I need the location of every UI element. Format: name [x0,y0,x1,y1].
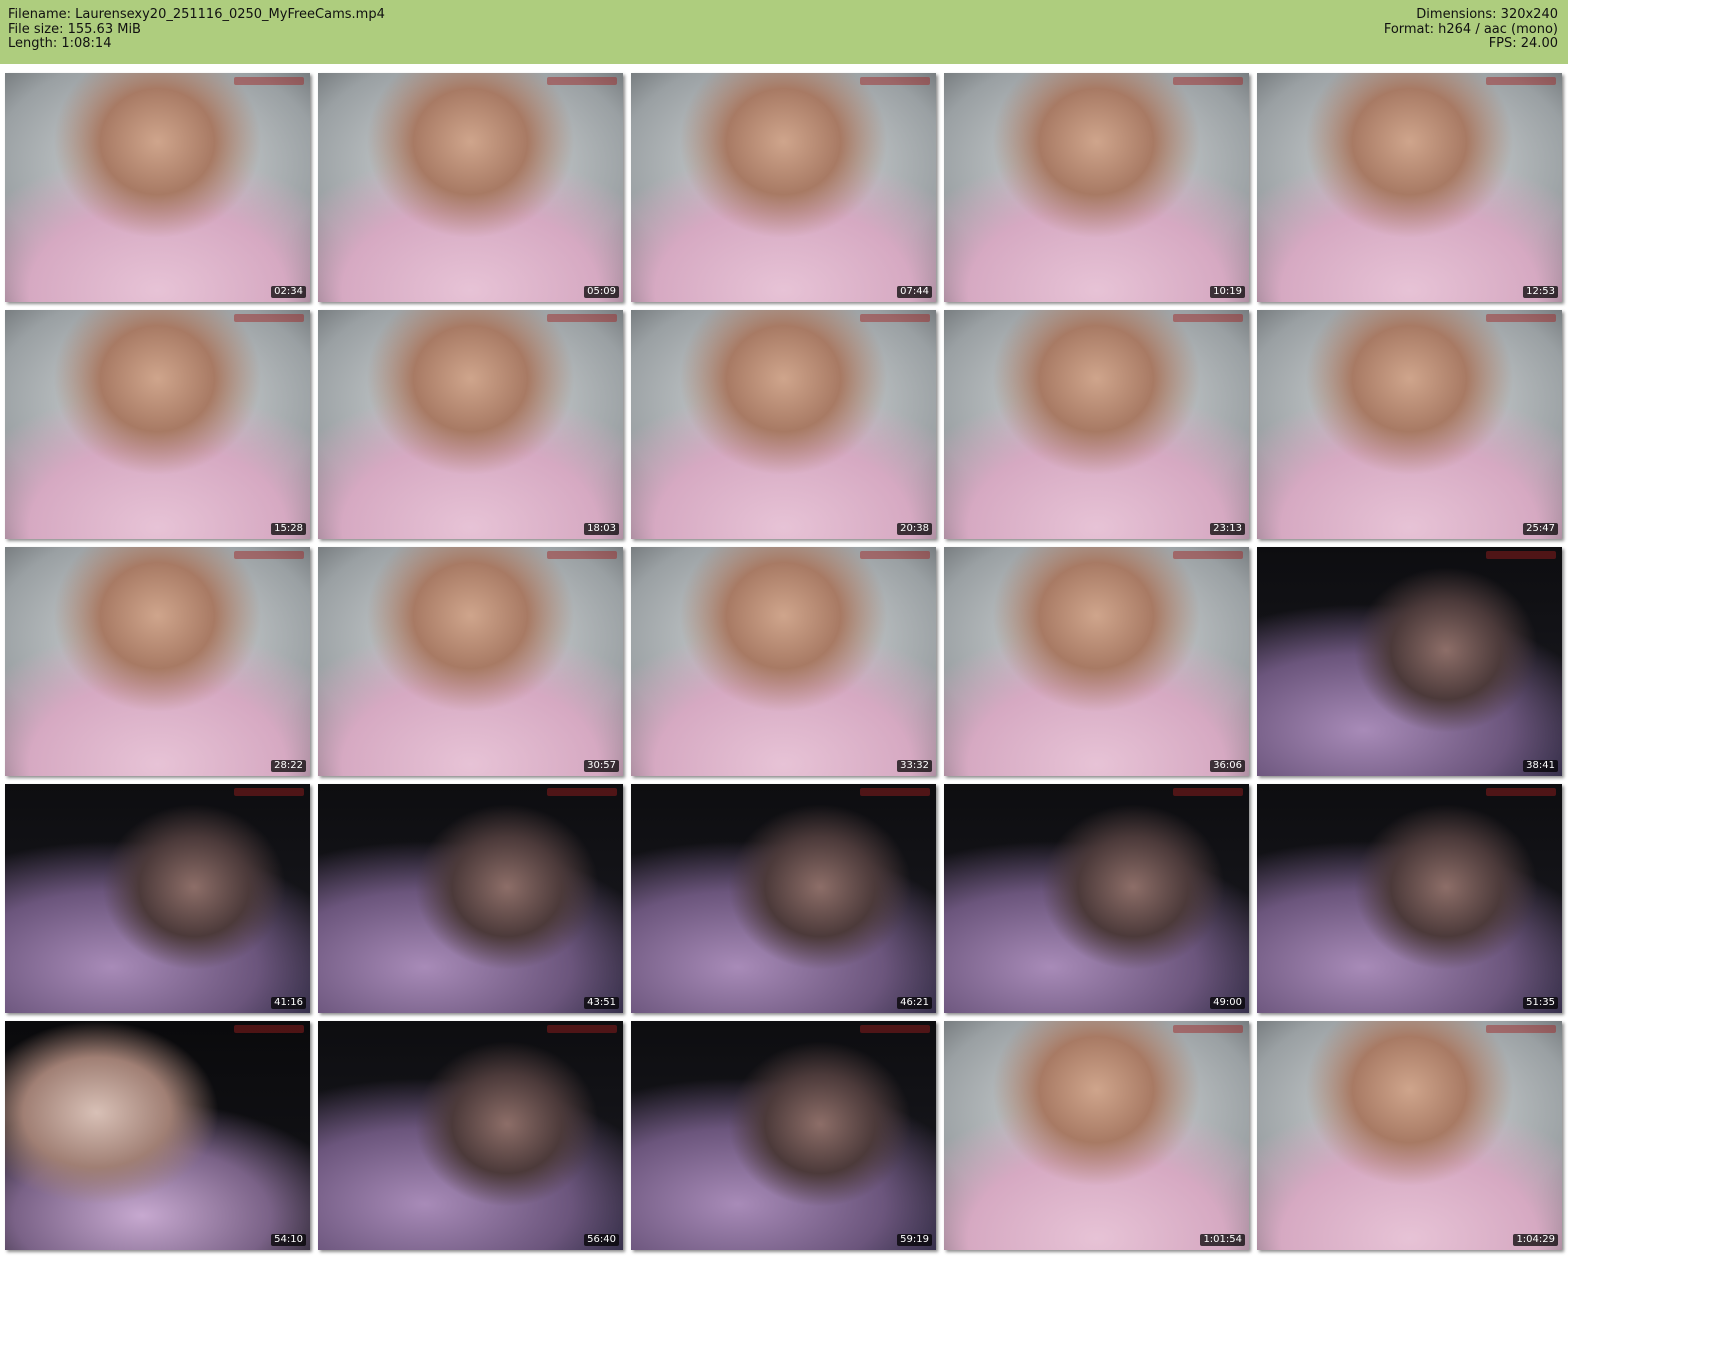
format-label: Format: h264 / aac (mono) [1383,21,1558,37]
video-thumbnail[interactable]: 54:10 [5,1021,310,1250]
video-thumbnail[interactable]: 43:51 [318,784,623,1013]
dimensions-label: Dimensions: 320x240 [1416,7,1558,22]
video-thumbnail[interactable]: 46:21 [631,784,936,1013]
watermark-logo [547,77,617,85]
thumbnail-timestamp: 28:22 [271,760,306,772]
video-thumbnail[interactable]: 38:41 [1257,547,1562,776]
watermark-logo [1486,551,1556,559]
video-thumbnail[interactable]: 1:01:54 [944,1021,1249,1250]
watermark-logo [1486,788,1556,796]
thumbnail-timestamp: 46:21 [897,997,932,1009]
video-thumbnail[interactable]: 28:22 [5,547,310,776]
watermark-logo [234,551,304,559]
file-info-header: Filename: Laurensexy20_251116_0250_MyFre… [0,0,1568,64]
filename-label: Filename: Laurensexy20_251116_0250_MyFre… [8,7,385,22]
watermark-logo [1486,314,1556,322]
thumbnail-grid: 02:34 05:09 07:44 10:19 12:53 15:28 18:03 20:38… [5,73,1562,1250]
thumbnail-timestamp: 02:34 [271,286,306,298]
thumbnail-timestamp: 59:19 [897,1234,932,1246]
video-thumbnail[interactable]: 1:04:29 [1257,1021,1562,1250]
video-thumbnail[interactable]: 56:40 [318,1021,623,1250]
thumbnail-timestamp: 1:01:54 [1200,1234,1245,1246]
video-thumbnail[interactable]: 20:38 [631,310,936,539]
thumbnail-timestamp: 10:19 [1210,286,1245,298]
thumbnail-timestamp: 38:41 [1523,760,1558,772]
video-thumbnail[interactable]: 02:34 [5,73,310,302]
thumbnail-timestamp: 15:28 [271,523,306,535]
thumbnail-timestamp: 12:53 [1523,286,1558,298]
video-thumbnail[interactable]: 30:57 [318,547,623,776]
watermark-logo [1173,77,1243,85]
watermark-logo [234,314,304,322]
thumbnail-timestamp: 54:10 [271,1234,306,1246]
thumbnail-timestamp: 43:51 [584,997,619,1009]
thumbnail-timestamp: 23:13 [1210,523,1245,535]
video-thumbnail[interactable]: 23:13 [944,310,1249,539]
file-info-left: Filename: Laurensexy20_251116_0250_MyFre… [8,7,385,52]
watermark-logo [547,1025,617,1033]
watermark-logo [547,314,617,322]
watermark-logo [234,77,304,85]
thumbnail-timestamp: 25:47 [1523,523,1558,535]
fps-label: FPS: 24.00 [1488,36,1558,51]
video-thumbnail[interactable]: 12:53 [1257,73,1562,302]
thumbnail-timestamp: 41:16 [271,997,306,1009]
watermark-logo [1173,551,1243,559]
thumbnail-timestamp: 07:44 [897,286,932,298]
filesize-label: File size: 155.63 MiB [8,21,141,37]
video-thumbnail[interactable]: 59:19 [631,1021,936,1250]
watermark-logo [860,1025,930,1033]
watermark-logo [547,788,617,796]
watermark-logo [860,788,930,796]
video-thumbnail[interactable]: 49:00 [944,784,1249,1013]
watermark-logo [1173,788,1243,796]
thumbnail-timestamp: 51:35 [1523,997,1558,1009]
watermark-logo [1173,1025,1243,1033]
video-thumbnail[interactable]: 33:32 [631,547,936,776]
thumbnail-timestamp: 1:04:29 [1513,1234,1558,1246]
thumbnail-timestamp: 05:09 [584,286,619,298]
thumbnail-timestamp: 33:32 [897,760,932,772]
video-thumbnail[interactable]: 15:28 [5,310,310,539]
video-thumbnail[interactable]: 18:03 [318,310,623,539]
thumbnail-timestamp: 20:38 [897,523,932,535]
watermark-logo [1486,77,1556,85]
watermark-logo [860,77,930,85]
watermark-logo [860,314,930,322]
watermark-logo [234,788,304,796]
video-thumbnail[interactable]: 10:19 [944,73,1249,302]
thumbnail-timestamp: 56:40 [584,1234,619,1246]
length-label: Length: 1:08:14 [8,36,112,51]
watermark-logo [1173,314,1243,322]
watermark-logo [234,1025,304,1033]
thumbnail-timestamp: 18:03 [584,523,619,535]
watermark-logo [1486,1025,1556,1033]
thumbnail-timestamp: 30:57 [584,760,619,772]
thumbnail-timestamp: 49:00 [1210,997,1245,1009]
watermark-logo [547,551,617,559]
video-thumbnail[interactable]: 25:47 [1257,310,1562,539]
video-thumbnail[interactable]: 05:09 [318,73,623,302]
watermark-logo [860,551,930,559]
thumbnail-timestamp: 36:06 [1210,760,1245,772]
video-thumbnail[interactable]: 07:44 [631,73,936,302]
video-thumbnail[interactable]: 41:16 [5,784,310,1013]
video-thumbnail[interactable]: 36:06 [944,547,1249,776]
file-info-right: Dimensions: 320x240 Format: h264 / aac (… [1383,7,1558,52]
video-thumbnail[interactable]: 51:35 [1257,784,1562,1013]
